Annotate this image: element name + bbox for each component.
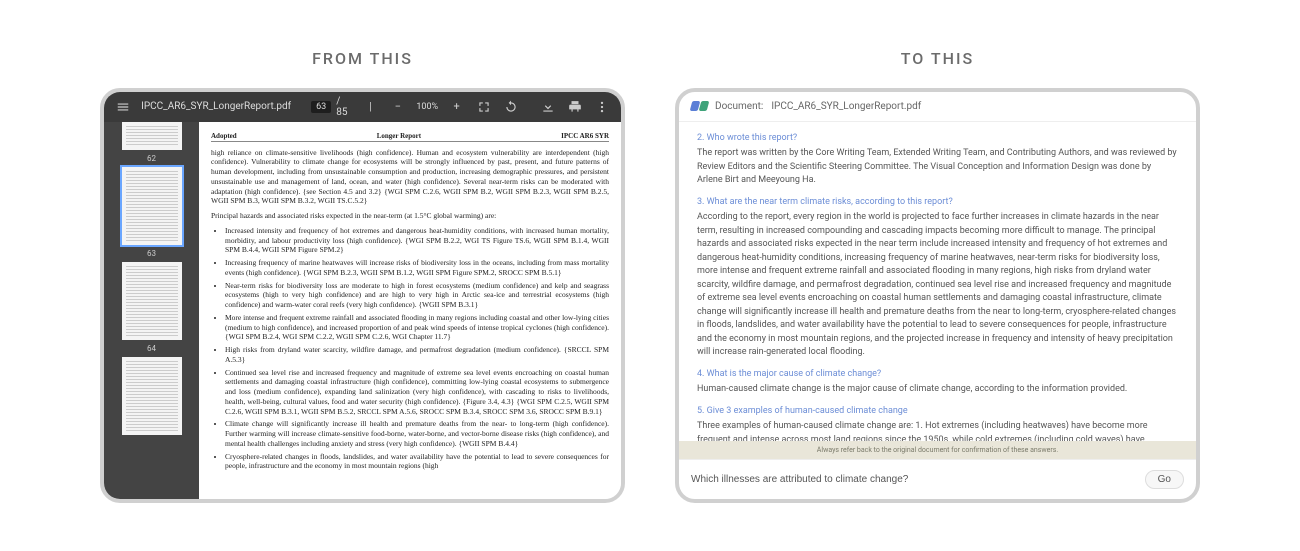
- hazard-item: Near-term risks for biodiversity loss ar…: [225, 281, 609, 310]
- hazard-item: More intense and frequent extreme rainfa…: [225, 313, 609, 342]
- disclaimer-bar: Always refer back to the original docume…: [679, 441, 1196, 459]
- menu-icon[interactable]: [114, 98, 131, 116]
- page-intro: high reliance on climate-sensitive livel…: [211, 148, 609, 207]
- pdf-toolbar: IPCC_AR6_SYR_LongerReport.pdf 63 / 85 | …: [104, 92, 621, 122]
- qa-scroll-area[interactable]: 2. Who wrote this report?The report was …: [679, 122, 1196, 441]
- ai-header: Document: IPCC_AR6_SYR_LongerReport.pdf: [679, 92, 1196, 122]
- from-panel: FROM THIS IPCC_AR6_SYR_LongerReport.pdf …: [100, 49, 625, 503]
- answer-text: Human-caused climate change is the major…: [697, 383, 1178, 397]
- app-logo-icon: [691, 101, 707, 111]
- pdf-filename: IPCC_AR6_SYR_LongerReport.pdf: [141, 101, 291, 112]
- answer-text: The report was written by the Core Writi…: [697, 147, 1178, 188]
- page-thumbnail[interactable]: [122, 167, 182, 245]
- answer-text: Three examples of human-caused climate c…: [697, 420, 1178, 441]
- page-number-input[interactable]: 63: [311, 101, 331, 113]
- go-button[interactable]: Go: [1145, 470, 1184, 489]
- divider: |: [362, 98, 379, 116]
- download-icon[interactable]: [540, 98, 557, 116]
- question-text: 2. Who wrote this report?: [697, 132, 1178, 146]
- doc-label: Document:: [715, 101, 763, 112]
- input-bar: Go: [679, 459, 1196, 499]
- hazard-list: Increased intensity and frequency of hot…: [225, 226, 609, 471]
- fit-page-icon[interactable]: [475, 98, 492, 116]
- thumbnail-strip[interactable]: 62 63 64: [104, 122, 199, 499]
- page-total-label: / 85: [336, 96, 352, 118]
- more-icon[interactable]: [594, 98, 611, 116]
- question-text: 4. What is the major cause of climate ch…: [697, 368, 1178, 382]
- hazard-item: Cryosphere-related changes in floods, la…: [225, 452, 609, 472]
- to-panel: TO THIS Document: IPCC_AR6_SYR_LongerRep…: [675, 49, 1200, 503]
- page-header-right: IPCC AR6 SYR: [561, 132, 609, 141]
- to-title: TO THIS: [901, 49, 974, 68]
- hazard-item: High risks from dryland water scarcity, …: [225, 345, 609, 365]
- print-icon[interactable]: [567, 98, 584, 116]
- hazard-item: Climate change will significantly increa…: [225, 419, 609, 448]
- pdf-tablet: IPCC_AR6_SYR_LongerReport.pdf 63 / 85 | …: [100, 88, 625, 503]
- pdf-page-content[interactable]: Adopted Longer Report IPCC AR6 SYR high …: [199, 122, 621, 499]
- page-header-center: Longer Report: [377, 132, 421, 141]
- page-header-left: Adopted: [211, 132, 237, 141]
- hazard-item: Continued sea level rise and increased f…: [225, 368, 609, 417]
- page-subheading: Principal hazards and associated risks e…: [211, 211, 609, 221]
- page-thumbnail[interactable]: [122, 357, 182, 435]
- zoom-out-button[interactable]: −: [389, 98, 406, 116]
- doc-filename: IPCC_AR6_SYR_LongerReport.pdf: [771, 101, 921, 112]
- question-text: 5. Give 3 examples of human-caused clima…: [697, 405, 1178, 419]
- thumbnail-label: 62: [147, 154, 156, 163]
- hazard-item: Increased intensity and frequency of hot…: [225, 226, 609, 255]
- rotate-icon[interactable]: [502, 98, 519, 116]
- thumbnail-label: 63: [147, 249, 156, 258]
- from-title: FROM THIS: [312, 49, 413, 68]
- page-thumbnail[interactable]: [122, 122, 182, 150]
- zoom-level[interactable]: 100%: [416, 102, 438, 112]
- answer-text: According to the report, every region in…: [697, 211, 1178, 360]
- question-input[interactable]: [691, 474, 1135, 485]
- page-nav-group: 63 / 85: [311, 96, 352, 118]
- thumbnail-label: 64: [147, 344, 156, 353]
- hazard-item: Increasing frequency of marine heatwaves…: [225, 258, 609, 278]
- ai-tablet: Document: IPCC_AR6_SYR_LongerReport.pdf …: [675, 88, 1200, 503]
- question-text: 3. What are the near term climate risks,…: [697, 196, 1178, 210]
- page-thumbnail[interactable]: [122, 262, 182, 340]
- zoom-in-button[interactable]: +: [448, 98, 465, 116]
